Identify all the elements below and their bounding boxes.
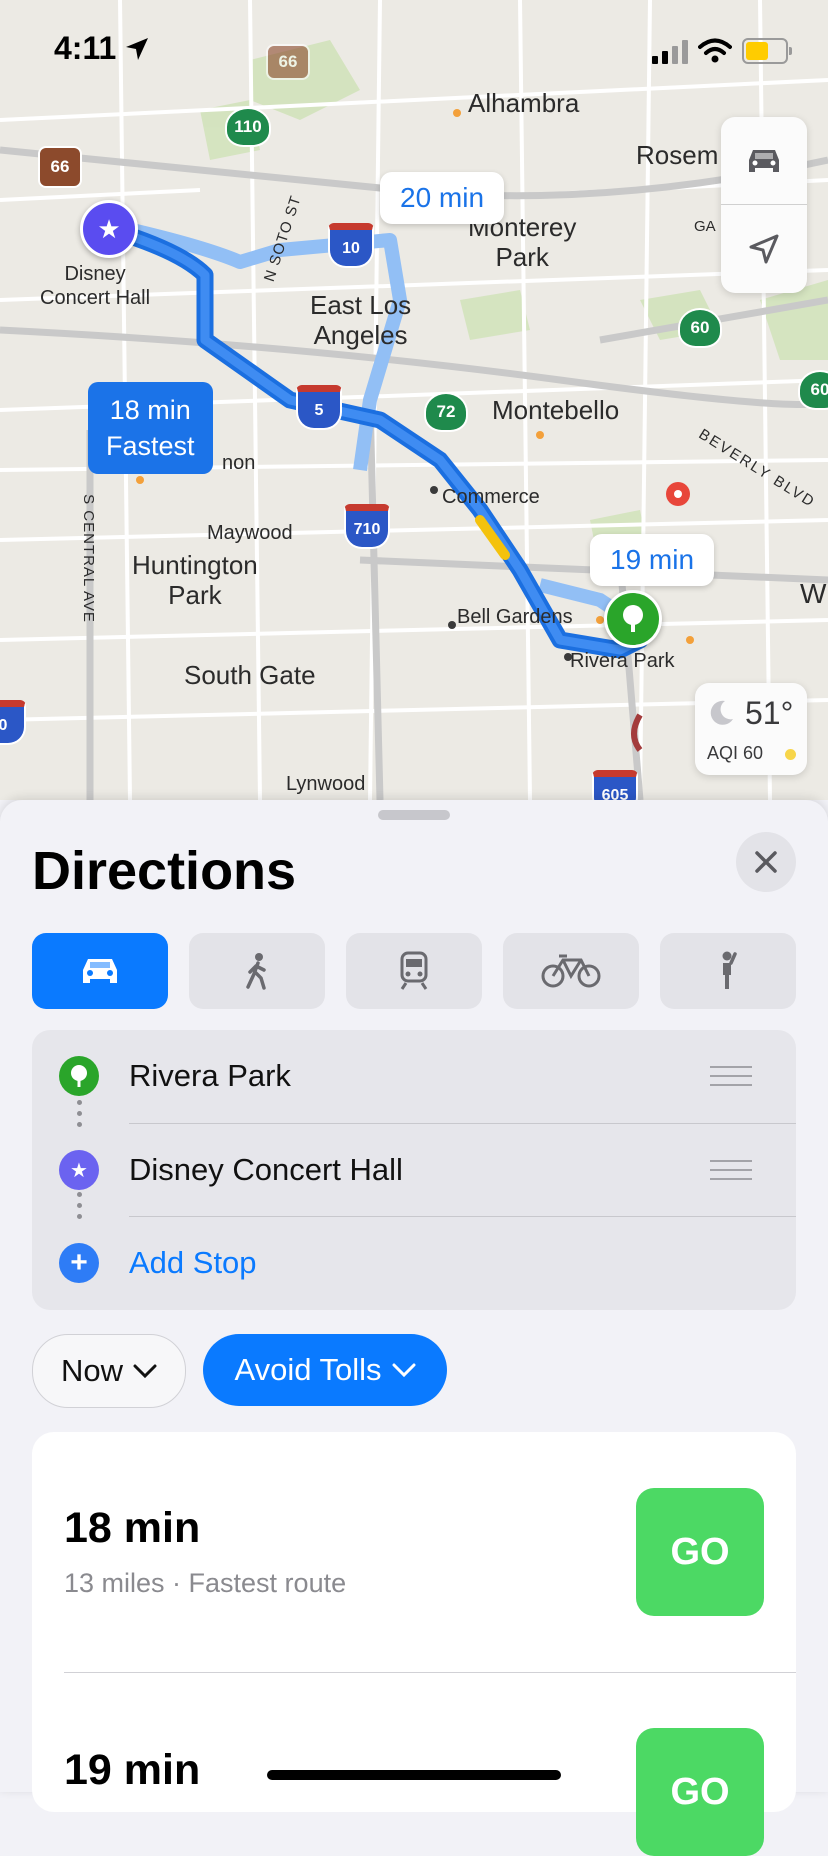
plus-icon: + (59, 1243, 99, 1283)
chevron-down-icon (133, 1364, 157, 1378)
walk-icon (246, 953, 266, 990)
disney-marker[interactable]: ★ (80, 200, 138, 258)
route-time: 19 min (64, 1746, 201, 1794)
place-bell-gardens: Bell Gardens (457, 606, 573, 628)
avoid-tolls-label: Avoid Tolls (234, 1352, 382, 1387)
car-icon (749, 149, 779, 172)
tree-icon (71, 1065, 87, 1087)
add-stop-button[interactable]: + Add Stop (32, 1217, 796, 1310)
add-stop-label: Add Stop (129, 1245, 257, 1280)
shield-i710: 710 (344, 504, 390, 549)
shield-i10: 10 (328, 223, 374, 268)
close-button[interactable] (736, 832, 796, 892)
mode-transit-button[interactable] (346, 933, 482, 1009)
reorder-handle-icon[interactable] (710, 1066, 752, 1093)
depart-time-button[interactable]: Now (32, 1334, 186, 1408)
train-icon (400, 951, 428, 990)
shield-72: 72 (424, 392, 468, 432)
shield-60-b: 60 (798, 370, 828, 410)
map-mode-button[interactable] (721, 117, 807, 204)
shield-60-a: 60 (678, 308, 722, 348)
avoid-tolls-button[interactable]: Avoid Tolls (203, 1334, 447, 1406)
status-time: 4:11 (54, 30, 117, 66)
mode-drive-button[interactable] (32, 933, 168, 1009)
transport-modes (32, 933, 796, 1009)
car-icon (83, 959, 117, 983)
shield-66-a: 66 (38, 146, 82, 188)
place-disney-map: Disney Concert Hall (40, 263, 151, 309)
fastest-tag: Fastest (106, 431, 195, 461)
rivera-park-marker[interactable] (604, 590, 662, 648)
aqi-dot (785, 749, 796, 760)
stop-destination[interactable]: ★ Disney Concert Hall (32, 1124, 796, 1217)
sheet-grabber[interactable] (378, 810, 450, 820)
place-east-la: East Los Angeles (310, 290, 412, 350)
mode-cycle-button[interactable] (503, 933, 639, 1009)
directions-sheet: Directions Rivera Park ★ Disney Concert … (0, 800, 828, 1856)
place-montebello: Montebello (492, 395, 620, 425)
cellular-signal-icon (652, 40, 688, 64)
wifi-icon (698, 38, 732, 63)
status-bar: 4:11 (0, 0, 828, 100)
route-options-card: 18 min 13 miles · Fastest route GO 19 mi… (32, 1432, 796, 1856)
place-maywood: Maywood (207, 522, 293, 544)
place-south-gate: South Gate (184, 660, 316, 690)
place-ga: GA (694, 218, 716, 235)
home-indicator[interactable] (267, 1770, 561, 1780)
shield-i5: 5 (296, 385, 342, 430)
hail-icon (722, 951, 737, 989)
stop-origin-marker (59, 1056, 99, 1096)
place-huntington-park: Huntington Park (132, 550, 258, 610)
weather-aqi: AQI 60 (707, 743, 764, 763)
sheet-title: Directions (32, 841, 297, 901)
mode-rideshare-button[interactable] (660, 933, 796, 1009)
street-central-ave: S CENTRAL AVE (79, 494, 97, 623)
reorder-handle-icon[interactable] (710, 1160, 752, 1187)
weather-widget[interactable]: 51° AQI 60 (695, 683, 807, 775)
mode-walk-button[interactable] (189, 933, 325, 1009)
route-stops: Rivera Park ★ Disney Concert Hall + Add … (32, 1030, 796, 1310)
route-bubble-fastest[interactable]: 18 min Fastest (88, 382, 213, 474)
depart-time-label: Now (60, 1353, 123, 1388)
place-vernon: non (222, 452, 256, 474)
weather-temp: 51° (745, 695, 794, 731)
map-controls (721, 117, 807, 293)
route-detail: 13 miles · Fastest route (64, 1568, 347, 1598)
chevron-down-icon (392, 1363, 416, 1377)
stop-destination-label: Disney Concert Hall (129, 1152, 403, 1187)
shield-110: 110 (225, 107, 271, 147)
place-commerce: Commerce (442, 486, 540, 508)
route-bubble-19min[interactable]: 19 min (590, 534, 715, 586)
place-rosemead: Rosem (636, 140, 719, 170)
go-button[interactable]: GO (636, 1488, 764, 1616)
route-bubble-20min[interactable]: 20 min (380, 172, 505, 224)
bicycle-icon (541, 954, 601, 988)
stop-origin[interactable]: Rivera Park (32, 1030, 796, 1123)
tree-icon (623, 605, 643, 632)
moon-cloud-icon (710, 700, 733, 725)
place-w: W (800, 578, 827, 609)
map-view[interactable]: Alhambra Rosem Monterey Park East Los An… (0, 0, 828, 800)
shield-i605: 605 (592, 770, 638, 800)
battery-icon (742, 38, 792, 64)
location-arrow-icon (749, 234, 779, 263)
location-services-icon (126, 38, 148, 60)
place-rivera-park-map: Rivera Park (570, 650, 675, 672)
close-icon (755, 851, 777, 873)
place-lynwood: Lynwood (286, 773, 366, 795)
route-time: 18 min (64, 1504, 201, 1552)
stop-origin-label: Rivera Park (129, 1058, 291, 1093)
fastest-time: 18 min (109, 395, 191, 425)
go-button[interactable]: GO (636, 1728, 764, 1856)
stop-destination-marker: ★ (59, 1150, 99, 1190)
locate-me-button[interactable] (721, 205, 807, 292)
